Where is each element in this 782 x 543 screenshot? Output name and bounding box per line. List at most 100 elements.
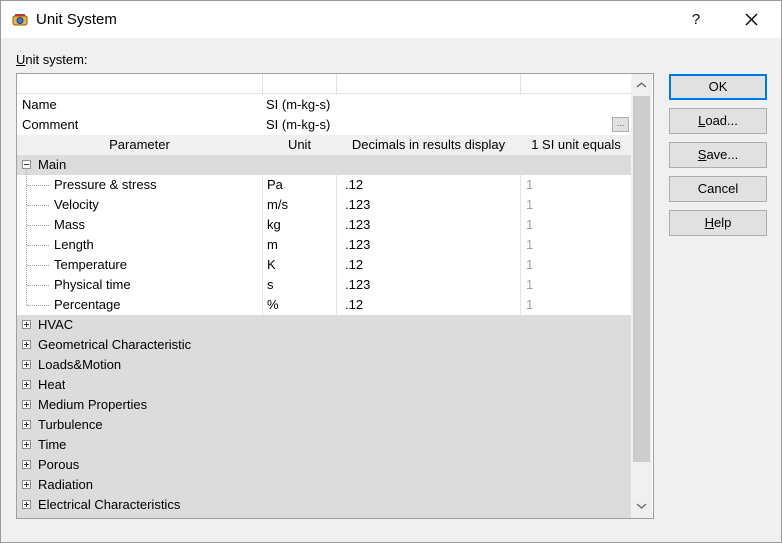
- comment-row[interactable]: Comment SI (m-kg-s): [17, 115, 631, 135]
- scrollbar-thumb[interactable]: [633, 96, 650, 462]
- unit-cell[interactable]: kg: [267, 215, 281, 235]
- header-row: Parameter Unit Decimals in results displ…: [17, 135, 631, 155]
- si-equals-cell: 1: [526, 297, 534, 312]
- group-label: Heat: [38, 377, 66, 392]
- name-label: Name: [22, 97, 57, 112]
- expand-icon[interactable]: [22, 400, 31, 409]
- close-button[interactable]: [727, 1, 777, 38]
- group-row-main[interactable]: Main: [17, 155, 631, 175]
- parameter-cell: Pressure & stress: [54, 177, 157, 192]
- name-value[interactable]: SI (m-kg-s): [266, 95, 330, 115]
- group-row[interactable]: Heat: [17, 375, 631, 395]
- window-title: Unit System: [36, 11, 117, 28]
- group-row[interactable]: HVAC: [17, 315, 631, 335]
- table-row[interactable]: Mass kg .123 1: [17, 215, 631, 235]
- decimals-cell[interactable]: .123: [345, 195, 370, 215]
- si-equals-cell: 1: [526, 277, 534, 292]
- close-icon: [745, 13, 758, 26]
- unit-cell[interactable]: m/s: [267, 195, 288, 215]
- load-button[interactable]: Load...: [669, 108, 767, 134]
- title-bar: Unit System ?: [1, 1, 781, 38]
- expand-icon[interactable]: [22, 500, 31, 509]
- group-label: Geometrical Characteristic: [38, 337, 192, 352]
- app-icon: [12, 14, 28, 26]
- decimals-cell[interactable]: .123: [345, 235, 370, 255]
- expand-icon[interactable]: [22, 340, 31, 349]
- header-si-equals[interactable]: 1 SI unit equals: [521, 135, 631, 155]
- table-row[interactable]: Pressure & stress Pa .12 1: [17, 175, 631, 195]
- tree-line: [27, 265, 49, 266]
- unit-cell[interactable]: m: [267, 235, 278, 255]
- save-button[interactable]: Save...: [669, 142, 767, 168]
- si-equals-cell: 1: [526, 197, 534, 212]
- table-row[interactable]: Length m .123 1: [17, 235, 631, 255]
- vertical-scrollbar[interactable]: [631, 74, 652, 518]
- parameter-cell: Percentage: [54, 297, 121, 312]
- header-decimals[interactable]: Decimals in results display: [337, 135, 520, 155]
- group-label: Electrical Characteristics: [38, 497, 181, 512]
- decimals-cell[interactable]: .123: [345, 215, 370, 235]
- name-row[interactable]: Name SI (m-kg-s): [17, 95, 631, 115]
- unit-system-label-mnemonic: U: [16, 52, 26, 67]
- expand-icon[interactable]: [22, 420, 31, 429]
- decimals-cell[interactable]: .12: [345, 295, 363, 315]
- tree-line: [27, 245, 49, 246]
- parameter-cell: Mass: [54, 217, 86, 232]
- comment-label: Comment: [22, 117, 79, 132]
- expand-icon[interactable]: [22, 380, 31, 389]
- group-row[interactable]: Turbulence: [17, 415, 631, 435]
- scroll-up-icon[interactable]: [636, 80, 647, 91]
- expand-icon[interactable]: [22, 360, 31, 369]
- group-row[interactable]: Geometrical Characteristic: [17, 335, 631, 355]
- group-label: Turbulence: [38, 417, 103, 432]
- tree-line: [27, 185, 49, 186]
- table-row[interactable]: Temperature K .12 1: [17, 255, 631, 275]
- help-button[interactable]: Help: [669, 210, 767, 236]
- decimals-cell[interactable]: .12: [345, 255, 363, 275]
- group-row[interactable]: Radiation: [17, 475, 631, 495]
- expand-icon[interactable]: [22, 460, 31, 469]
- group-row[interactable]: Time: [17, 435, 631, 455]
- table-row[interactable]: Velocity m/s .123 1: [17, 195, 631, 215]
- ok-button[interactable]: OK: [669, 74, 767, 100]
- group-label: Loads&Motion: [38, 357, 122, 372]
- group-row[interactable]: Electrical Characteristics: [17, 495, 631, 515]
- group-row[interactable]: Medium Properties: [17, 395, 631, 415]
- tree-line: [27, 205, 49, 206]
- table-row[interactable]: Percentage% .12 1: [17, 295, 631, 315]
- cancel-button[interactable]: Cancel: [669, 176, 767, 202]
- decimals-cell[interactable]: .12: [345, 175, 363, 195]
- scroll-down-icon[interactable]: [636, 500, 647, 511]
- group-row[interactable]: Porous: [17, 455, 631, 475]
- header-parameter[interactable]: Parameter: [17, 135, 262, 155]
- header-unit[interactable]: Unit: [263, 135, 336, 155]
- unit-cell[interactable]: %: [267, 295, 279, 315]
- help-mnemonic: H: [704, 215, 715, 230]
- group-label: Main: [38, 157, 67, 172]
- parameter-cell: Temperature: [54, 257, 127, 272]
- group-label: HVAC: [38, 317, 74, 332]
- grid-filler: [17, 515, 631, 518]
- help-title-button[interactable]: ?: [673, 1, 719, 38]
- comment-ellipsis-button[interactable]: ...: [612, 117, 629, 132]
- comment-value[interactable]: SI (m-kg-s): [266, 115, 330, 135]
- unit-cell[interactable]: K: [267, 255, 276, 275]
- expand-icon[interactable]: [22, 320, 31, 329]
- decimals-cell[interactable]: .123: [345, 275, 370, 295]
- help-button-text: elp: [714, 215, 732, 230]
- parameter-cell: Velocity: [54, 197, 99, 212]
- group-row[interactable]: Loads&Motion: [17, 355, 631, 375]
- parameter-cell: Length: [54, 237, 94, 252]
- group-label: Medium Properties: [38, 397, 148, 412]
- unit-cell[interactable]: s: [267, 275, 274, 295]
- collapse-icon[interactable]: [22, 160, 31, 169]
- unit-grid[interactable]: Name SI (m-kg-s) Comment SI (m-kg-s) ...…: [16, 73, 654, 519]
- group-label: Time: [38, 437, 67, 452]
- save-button-text: ave...: [706, 147, 739, 162]
- table-row[interactable]: Physical time s .123 1: [17, 275, 631, 295]
- expand-icon[interactable]: [22, 480, 31, 489]
- expand-icon[interactable]: [22, 440, 31, 449]
- group-label: Porous: [38, 457, 80, 472]
- si-equals-cell: 1: [526, 177, 534, 192]
- unit-cell[interactable]: Pa: [267, 175, 283, 195]
